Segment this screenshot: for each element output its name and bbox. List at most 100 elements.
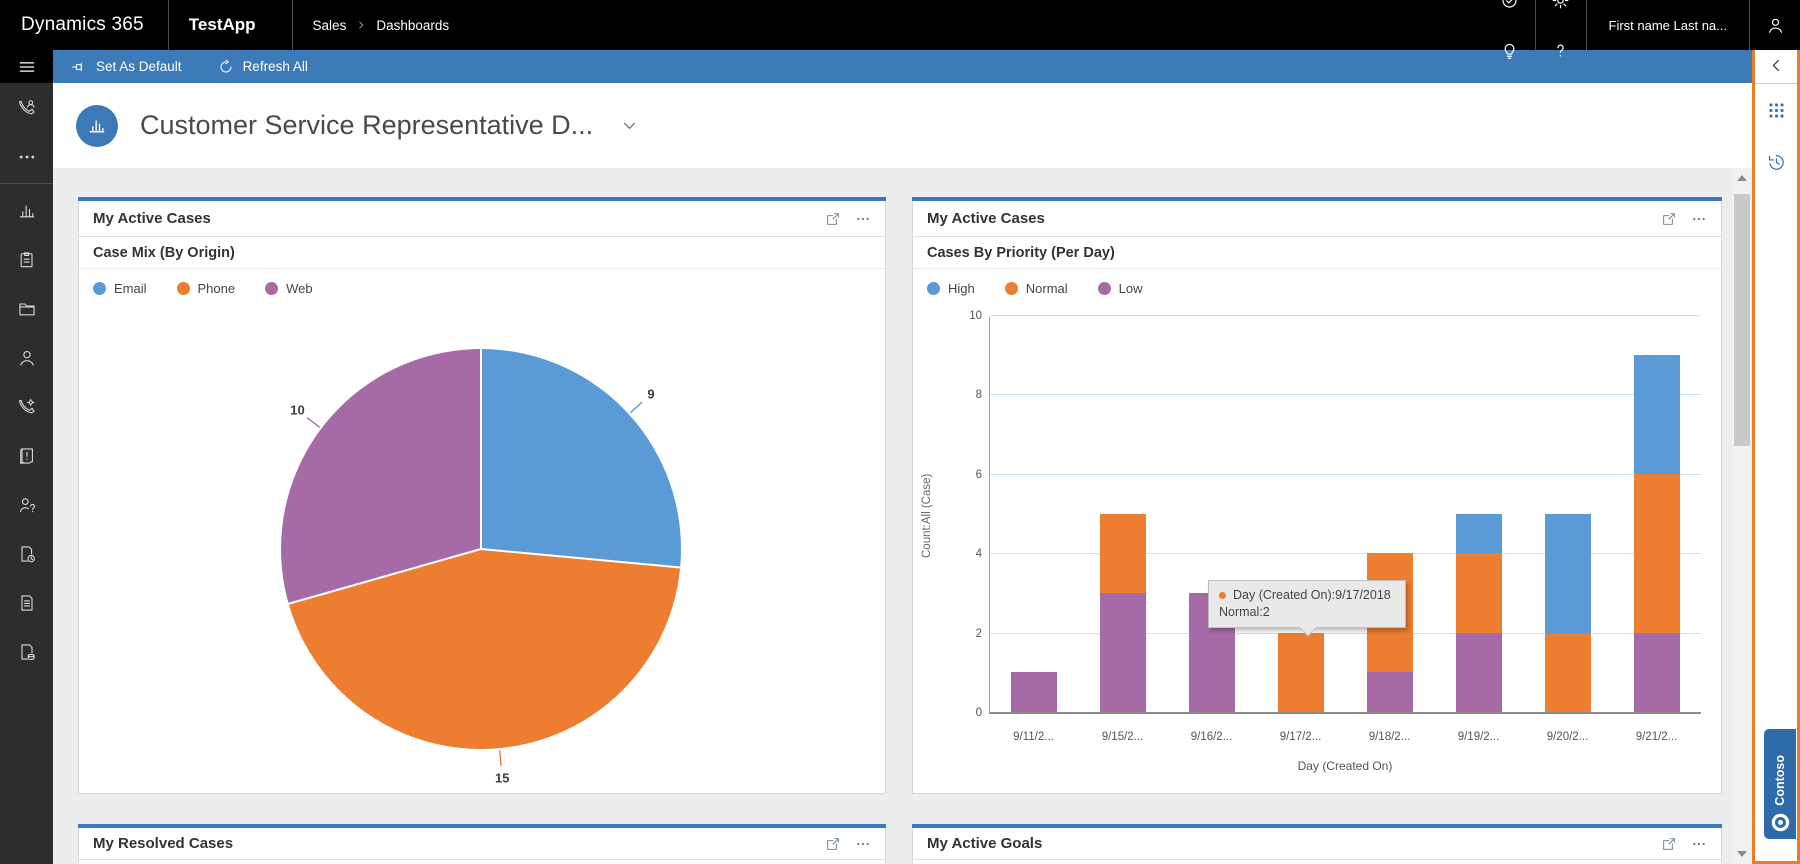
card-menu-button[interactable] (1691, 836, 1707, 852)
card-my-active-cases-pie: My Active Cases Case Mix (By Origin) Ema… (78, 198, 886, 794)
card-header: My Active Goals (913, 828, 1721, 860)
bar-segment-normal[interactable] (1100, 514, 1146, 593)
card-header: My Resolved Cases (79, 828, 885, 860)
cases-icon (17, 446, 37, 466)
bar-9152[interactable] (1100, 514, 1146, 712)
breadcrumb-item-sales[interactable]: Sales (313, 18, 347, 33)
refresh-all-button[interactable]: Refresh All (200, 50, 326, 83)
x-tick-label: 9/18/2... (1350, 731, 1430, 743)
pie-chart[interactable]: 91510 (79, 307, 885, 793)
x-tick-label: 9/17/2... (1261, 731, 1341, 743)
help-button[interactable] (1536, 25, 1586, 75)
sidebar-item-dashboards[interactable] (0, 186, 53, 235)
bar-9112[interactable] (1011, 672, 1057, 712)
sidebar-item-queues[interactable] (0, 480, 53, 529)
ellipsis-icon (855, 211, 871, 227)
sidebar-item-more[interactable] (0, 132, 53, 181)
bar-segment-high[interactable] (1456, 514, 1502, 554)
bar-segment-low[interactable] (1100, 593, 1146, 712)
card-title: My Active Cases (927, 210, 1045, 227)
knowledge-icon (17, 642, 37, 662)
breadcrumb-item-dashboards[interactable]: Dashboards (376, 18, 449, 33)
user-name[interactable]: First name Last na... (1587, 18, 1750, 33)
dynamics-365-brand[interactable]: Dynamics 365 (0, 14, 168, 36)
legend-item-normal[interactable]: Normal (1005, 281, 1068, 296)
y-tick-label: 6 (952, 469, 982, 481)
scroll-up-arrow[interactable] (1732, 170, 1752, 186)
dashboard-selector-button[interactable] (621, 117, 638, 134)
legend-item-high[interactable]: High (927, 281, 975, 296)
dashboard-icon (87, 116, 107, 136)
bar-segment-low[interactable] (1367, 672, 1413, 712)
pie-graphic[interactable] (281, 349, 681, 749)
bar-segment-low[interactable] (1456, 633, 1502, 712)
sidebar-item-accounts[interactable] (0, 284, 53, 333)
contoso-brand-tab[interactable]: Contoso (1764, 729, 1796, 839)
bar-segment-normal[interactable] (1278, 633, 1324, 712)
plot-area: Day (Created On):9/17/2018 Normal:2 0246… (989, 317, 1701, 714)
set-as-default-button[interactable]: Set As Default (53, 50, 200, 83)
legend-item-phone[interactable]: Phone (177, 281, 236, 296)
popout-icon (1661, 836, 1677, 852)
vertical-scrollbar[interactable] (1732, 168, 1752, 864)
card-header: My Active Cases (79, 201, 885, 237)
lightbulb-button[interactable] (1485, 25, 1535, 75)
legend-label: Web (286, 281, 313, 296)
bar-9202[interactable] (1545, 514, 1591, 712)
new-record-button[interactable] (1485, 75, 1535, 125)
user-profile-button[interactable] (1750, 0, 1800, 50)
card-title: My Active Goals (927, 835, 1042, 852)
legend-item-email[interactable]: Email (93, 281, 147, 296)
right-side-panel: Contoso (1752, 45, 1800, 864)
sidebar-item-contacts[interactable] (0, 333, 53, 382)
sidebar-item-phone-calls[interactable] (0, 382, 53, 431)
legend-item-web[interactable]: Web (265, 281, 313, 296)
bar-9192[interactable] (1456, 514, 1502, 712)
settings-button[interactable] (1536, 0, 1586, 25)
collapse-panel-button[interactable] (1755, 48, 1797, 84)
scroll-down-arrow[interactable] (1732, 846, 1752, 862)
y-axis-title: Count:All (Case) (921, 317, 933, 714)
help-icon (1551, 41, 1570, 60)
bar-segment-high[interactable] (1634, 355, 1680, 474)
bar-segment-normal[interactable] (1456, 553, 1502, 632)
bar-segment-low[interactable] (1634, 633, 1680, 712)
bar-segment-low[interactable] (1011, 672, 1057, 712)
app-switcher-button[interactable] (1755, 84, 1797, 136)
sidebar-item-articles[interactable] (0, 578, 53, 627)
dashboards-icon (17, 201, 37, 221)
card-menu-button[interactable] (1691, 211, 1707, 227)
bar-segment-normal[interactable] (1634, 474, 1680, 633)
bar-segment-high[interactable] (1545, 514, 1591, 633)
tooltip-line1: Day (Created On):9/17/2018 (1233, 588, 1391, 602)
legend-item-low[interactable]: Low (1098, 281, 1143, 296)
page-title[interactable]: Customer Service Representative D... (140, 110, 593, 141)
sidebar-item-cases[interactable] (0, 431, 53, 480)
sidebar-item-knowledge[interactable] (0, 627, 53, 676)
y-tick-label: 4 (952, 548, 982, 560)
bar-9172[interactable] (1278, 633, 1324, 712)
bar-segment-normal[interactable] (1545, 633, 1591, 712)
popout-chart-button[interactable] (1661, 211, 1677, 227)
card-menu-button[interactable] (855, 836, 871, 852)
legend-dot (177, 282, 190, 295)
history-button[interactable] (1755, 136, 1797, 188)
sidebar-item-phone-contact[interactable] (0, 83, 53, 132)
ellipsis-icon (855, 836, 871, 852)
card-menu-button[interactable] (855, 211, 871, 227)
sidebar-item-reports[interactable] (0, 529, 53, 578)
app-name[interactable]: TestApp (169, 15, 292, 35)
sidebar-item-activities[interactable] (0, 235, 53, 284)
quick-actions-button[interactable] (1485, 0, 1535, 25)
scrollbar-thumb[interactable] (1734, 194, 1750, 446)
popout-chart-button[interactable] (825, 836, 841, 852)
legend-label: Normal (1026, 281, 1068, 296)
hamburger-button[interactable] (17, 57, 37, 77)
bar-9212[interactable] (1634, 355, 1680, 712)
popout-chart-button[interactable] (825, 211, 841, 227)
popout-chart-button[interactable] (1661, 836, 1677, 852)
bar-chart[interactable]: Count:All (Case) Day (Created On):9/17/2… (913, 307, 1721, 793)
top-navigation-bar: Dynamics 365 TestApp Sales Dashboards Fir… (0, 0, 1800, 50)
bar-9182[interactable] (1367, 553, 1413, 712)
pie-legend: Email Phone Web (79, 269, 885, 307)
